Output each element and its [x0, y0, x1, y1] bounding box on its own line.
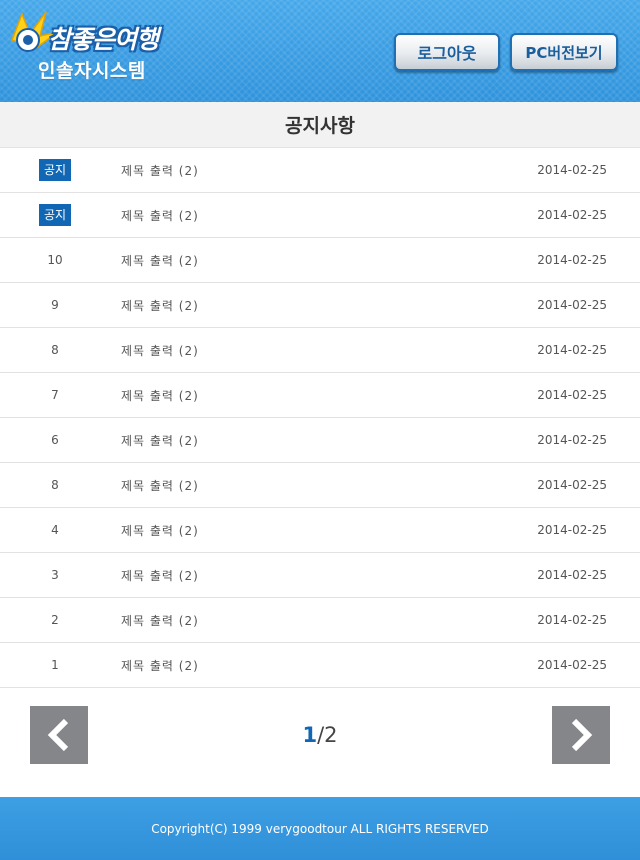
notice-number: 7 [0, 373, 110, 417]
notice-number-text: 8 [51, 343, 59, 357]
footer: Copyright(C) 1999 verygoodtour ALL RIGHT… [0, 797, 640, 860]
notice-list: 공지 제목 출력 (2) 2014-02-25 공지 제목 출력 (2) 2014-02-… [0, 148, 640, 688]
notice-date: 2014-02-25 [537, 298, 607, 312]
notice-row[interactable]: 8 제목 출력 (2) 2014-02-25 [0, 463, 640, 508]
notice-number: 6 [0, 418, 110, 462]
notice-number: 3 [0, 553, 110, 597]
notice-title-link[interactable]: 제목 출력 (2) [121, 463, 199, 507]
notice-row[interactable]: 공지 제목 출력 (2) 2014-02-25 [0, 193, 640, 238]
notice-number-text: 9 [51, 298, 59, 312]
notice-number: 8 [0, 328, 110, 372]
notice-date: 2014-02-25 [537, 658, 607, 672]
notice-row[interactable]: 6 제목 출력 (2) 2014-02-25 [0, 418, 640, 463]
notice-number: 8 [0, 463, 110, 507]
notice-title-link[interactable]: 제목 출력 (2) [121, 553, 199, 597]
notice-date: 2014-02-25 [537, 343, 607, 357]
pc-version-button[interactable]: PC버전보기 [510, 33, 618, 71]
notice-title-link[interactable]: 제목 출력 (2) [121, 598, 199, 642]
notice-number: 10 [0, 238, 110, 282]
pagination: 1/2 [0, 706, 640, 764]
logo-brand-text: 참좋은여행 [48, 25, 159, 54]
notice-title-link[interactable]: 제목 출력 (2) [121, 193, 199, 237]
notice-date: 2014-02-25 [537, 388, 607, 402]
notice-number: 공지 [0, 148, 110, 192]
pinned-notice-badge: 공지 [38, 159, 72, 181]
notice-date: 2014-02-25 [537, 478, 607, 492]
notice-title-link[interactable]: 제목 출력 (2) [121, 643, 199, 687]
notice-title-link[interactable]: 제목 출력 (2) [121, 328, 199, 372]
notice-title-link[interactable]: 제목 출력 (2) [121, 238, 199, 282]
pinned-notice-badge: 공지 [38, 204, 72, 226]
notice-date: 2014-02-25 [537, 208, 607, 222]
notice-date: 2014-02-25 [537, 253, 607, 267]
notice-title-link[interactable]: 제목 출력 (2) [121, 373, 199, 417]
notice-number-text: 3 [51, 568, 59, 582]
page-title: 공지사항 [0, 102, 640, 148]
notice-number-text: 10 [47, 253, 63, 267]
notice-number-text: 1 [51, 658, 59, 672]
notice-number-text: 7 [51, 388, 59, 402]
notice-row[interactable]: 4 제목 출력 (2) 2014-02-25 [0, 508, 640, 553]
notice-number: 9 [0, 283, 110, 327]
notice-number: 공지 [0, 193, 110, 237]
notice-date: 2014-02-25 [537, 613, 607, 627]
notice-number-text: 4 [51, 523, 59, 537]
notice-row[interactable]: 8 제목 출력 (2) 2014-02-25 [0, 328, 640, 373]
app-header: 참좋은여행 인솔자시스템 로그아웃 PC버전보기 [0, 0, 640, 102]
next-page-button[interactable] [552, 706, 610, 764]
notice-row[interactable]: 7 제목 출력 (2) 2014-02-25 [0, 373, 640, 418]
page-indicator: 1/2 [0, 706, 640, 764]
notice-row[interactable]: 9 제목 출력 (2) 2014-02-25 [0, 283, 640, 328]
notice-number-text: 8 [51, 478, 59, 492]
notice-date: 2014-02-25 [537, 523, 607, 537]
logo-subtitle: 인솔자시스템 [38, 60, 146, 82]
notice-date: 2014-02-25 [537, 433, 607, 447]
notice-row[interactable]: 10 제목 출력 (2) 2014-02-25 [0, 238, 640, 283]
notice-title-link[interactable]: 제목 출력 (2) [121, 148, 199, 192]
copyright-text: Copyright(C) 1999 verygoodtour ALL RIGHT… [151, 821, 489, 836]
notice-title-link[interactable]: 제목 출력 (2) [121, 508, 199, 552]
notice-row[interactable]: 1 제목 출력 (2) 2014-02-25 [0, 643, 640, 688]
notice-title-link[interactable]: 제목 출력 (2) [121, 283, 199, 327]
chevron-right-icon [571, 718, 593, 752]
total-pages: 2 [324, 723, 338, 747]
notice-row[interactable]: 2 제목 출력 (2) 2014-02-25 [0, 598, 640, 643]
logo[interactable]: 참좋은여행 인솔자시스템 [6, 10, 176, 86]
notice-number: 1 [0, 643, 110, 687]
notice-number-text: 2 [51, 613, 59, 627]
notice-number-text: 6 [51, 433, 59, 447]
notice-number: 2 [0, 598, 110, 642]
notice-row[interactable]: 3 제목 출력 (2) 2014-02-25 [0, 553, 640, 598]
notice-row[interactable]: 공지 제목 출력 (2) 2014-02-25 [0, 148, 640, 193]
notice-date: 2014-02-25 [537, 163, 607, 177]
notice-date: 2014-02-25 [537, 568, 607, 582]
current-page: 1 [302, 723, 318, 747]
notice-title-link[interactable]: 제목 출력 (2) [121, 418, 199, 462]
page-separator: / [317, 723, 325, 747]
logout-button[interactable]: 로그아웃 [394, 33, 500, 71]
notice-number: 4 [0, 508, 110, 552]
